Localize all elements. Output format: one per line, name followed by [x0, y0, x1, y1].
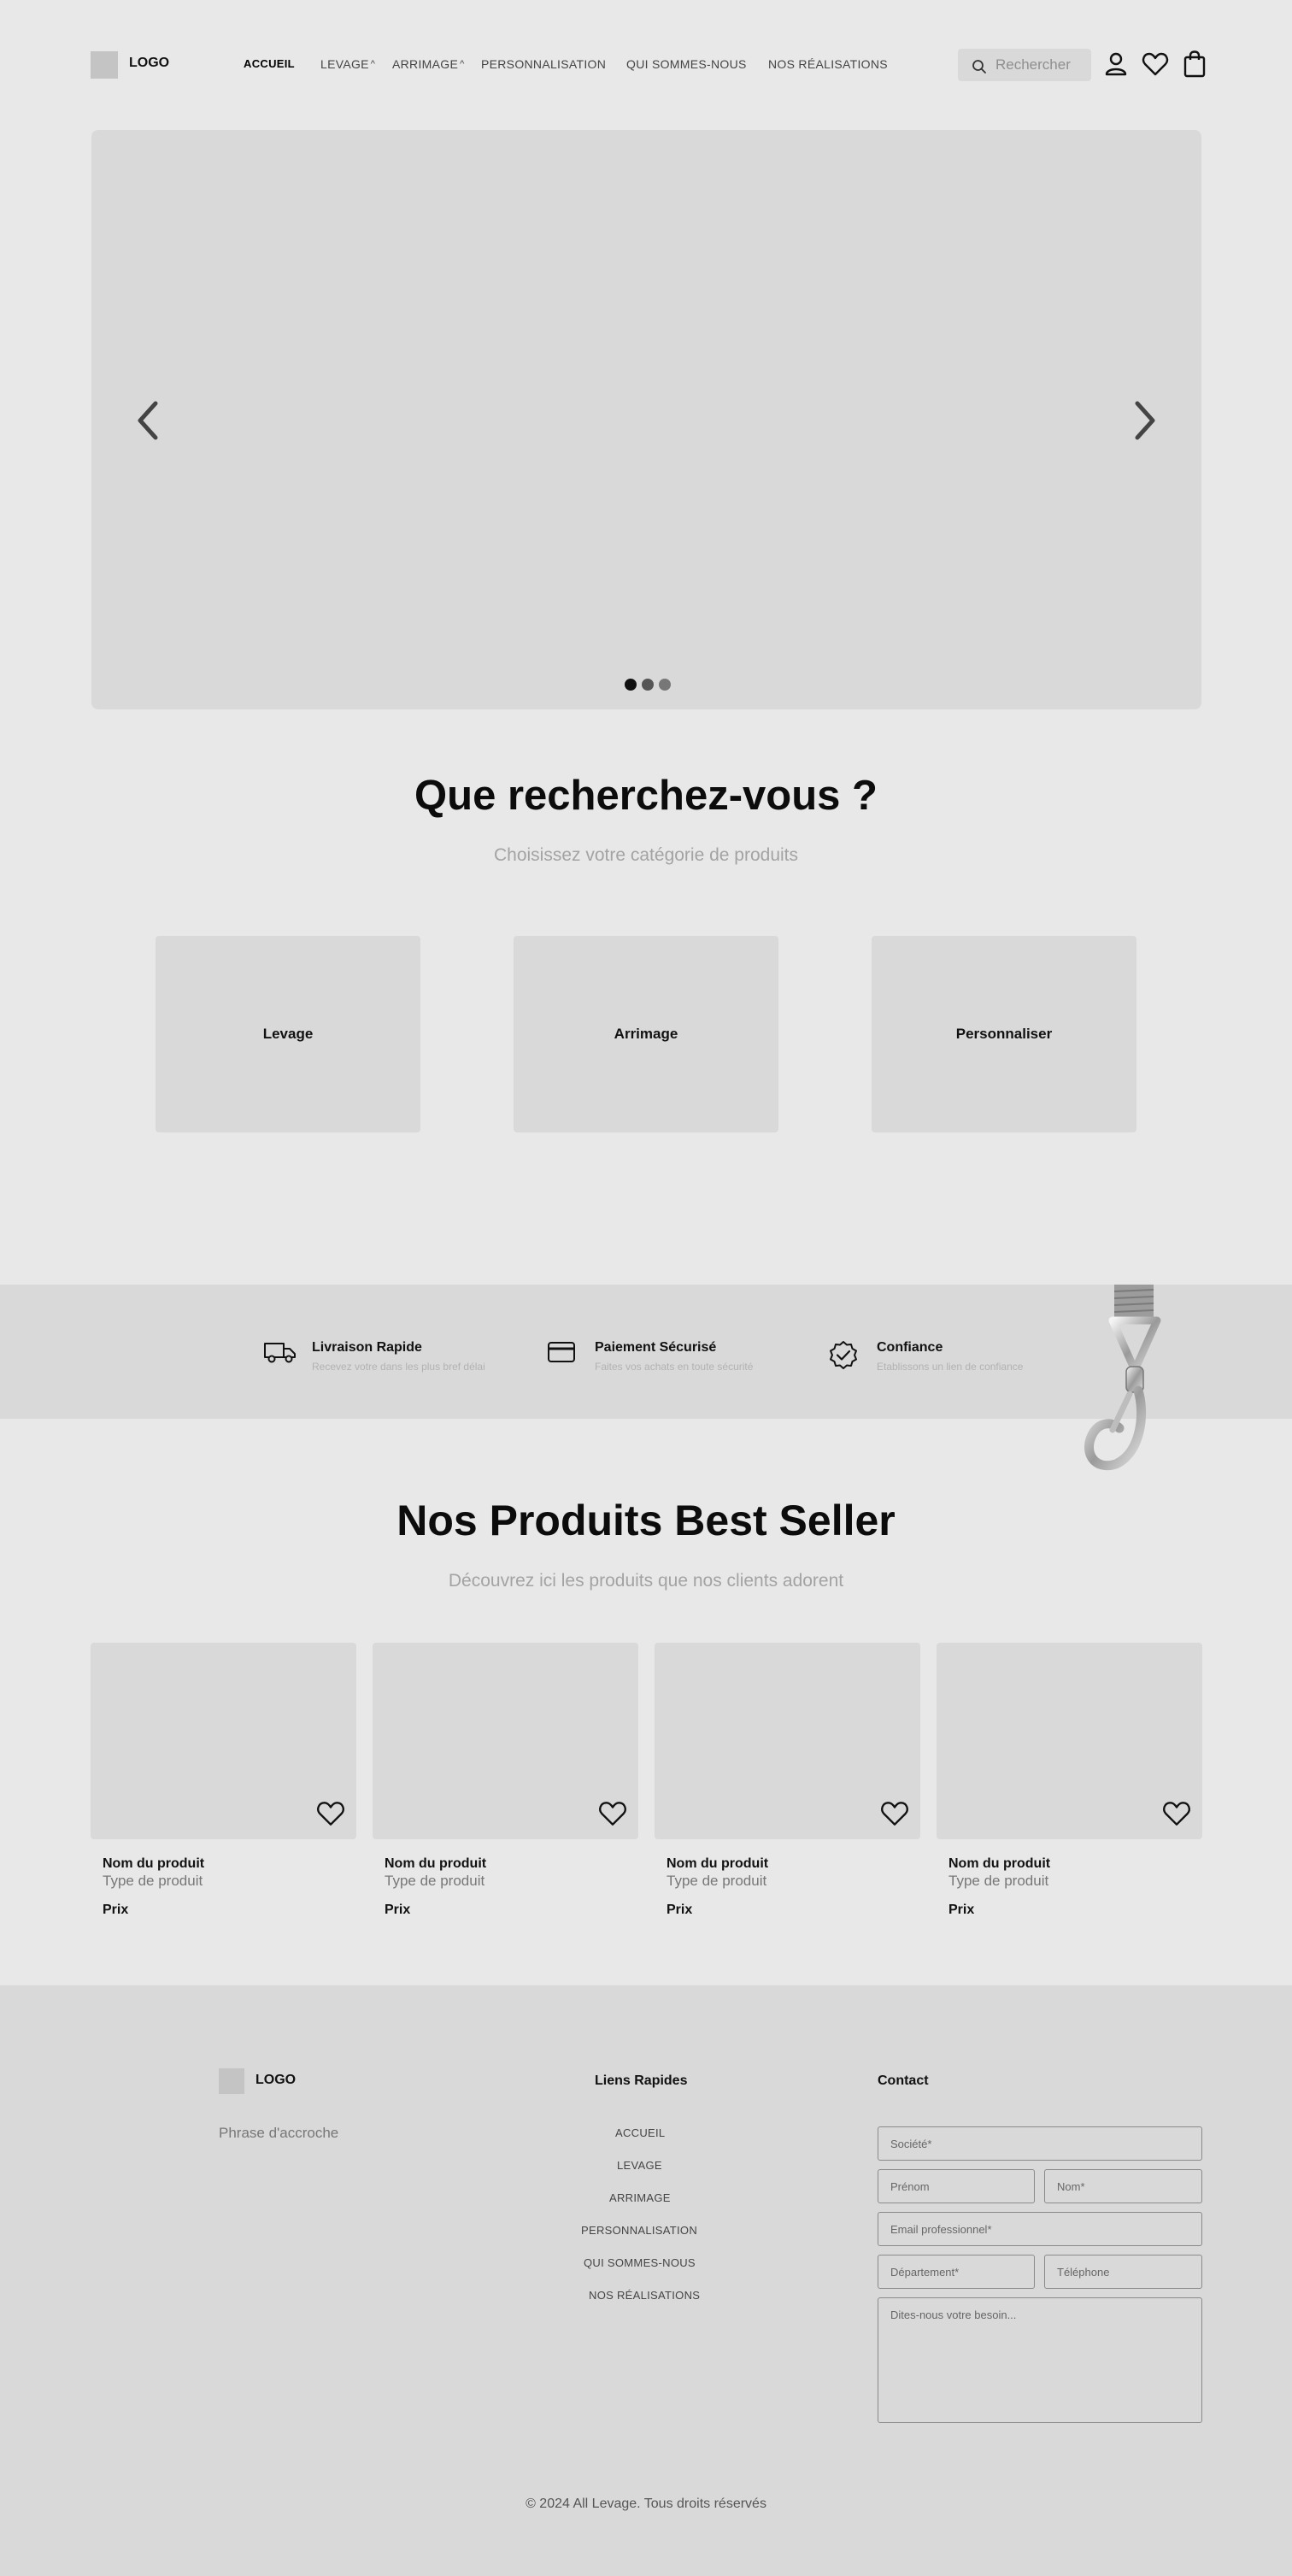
category-label: Personnaliser [955, 1026, 1053, 1042]
hero-carousel [91, 130, 1201, 709]
nav-label: LEVAGE [320, 57, 369, 71]
heart-icon[interactable] [597, 1798, 628, 1829]
footer-link-arrimage[interactable]: ARRIMAGE [609, 2191, 671, 2204]
user-icon[interactable] [1101, 50, 1130, 79]
category-label: Levage [262, 1026, 314, 1042]
chevron-right-icon[interactable] [1129, 395, 1163, 446]
product-card[interactable]: Nom du produit Type de produit Prix [373, 1643, 638, 1917]
heart-icon[interactable] [879, 1798, 910, 1829]
nav-item-levage[interactable]: LEVAGE ^ [320, 57, 375, 71]
product-price: Prix [667, 1903, 693, 1917]
product-name[interactable]: Nom du produit [385, 1856, 486, 1872]
bestsellers-title: Nos Produits Best Seller [396, 1497, 896, 1544]
company-field[interactable] [878, 2126, 1202, 2161]
product-image[interactable] [655, 1643, 920, 1839]
carousel-dot[interactable] [659, 679, 671, 691]
chevron-left-icon[interactable] [130, 395, 164, 446]
footer-logo-icon[interactable] [219, 2068, 244, 2094]
footer-link-accueil[interactable]: ACCUEIL [615, 2126, 665, 2139]
footer-link-personnalisation[interactable]: PERSONNALISATION [581, 2224, 697, 2237]
search-bar[interactable] [958, 49, 1091, 81]
product-card[interactable]: Nom du produit Type de produit Prix [937, 1643, 1202, 1917]
department-field[interactable] [878, 2255, 1035, 2289]
footer-logo-text[interactable]: LOGO [255, 2073, 296, 2088]
heart-icon[interactable] [1161, 1798, 1192, 1829]
product-price: Prix [385, 1903, 411, 1917]
feature-subtitle: Etablissons un lien de confiance [877, 1361, 1024, 1373]
badge-check-icon [830, 1341, 857, 1369]
heart-icon[interactable] [1141, 50, 1170, 79]
nav-item-personnalisation[interactable]: PERSONNALISATION [481, 57, 606, 71]
carousel-dots [625, 679, 671, 691]
nav-item-accueil[interactable]: ACCUEIL [244, 57, 295, 70]
carousel-dot[interactable] [642, 679, 654, 691]
feature-subtitle: Faites vos achats en toute sécurité [595, 1361, 754, 1373]
footer-contact-title: Contact [878, 2073, 929, 2088]
phone-field[interactable] [1044, 2255, 1202, 2289]
bestsellers-subtitle: Découvrez ici les produits que nos clien… [448, 1571, 844, 1591]
product-card[interactable]: Nom du produit Type de produit Prix [655, 1643, 920, 1917]
nav-label: PERSONNALISATION [481, 57, 607, 71]
message-field[interactable] [878, 2297, 1202, 2423]
nav-item-nos-realisations[interactable]: NOS RÉALISATIONS [768, 57, 888, 71]
product-card[interactable]: Nom du produit Type de produit Prix [91, 1643, 356, 1917]
category-card-levage[interactable]: Levage [156, 936, 420, 1132]
product-price: Prix [948, 1903, 975, 1917]
product-type: Type de produit [667, 1873, 767, 1889]
feature-title: Livraison Rapide [312, 1340, 422, 1355]
categories-subtitle: Choisissez votre catégorie de produits [493, 845, 798, 865]
footer-link-levage[interactable]: LEVAGE [617, 2159, 662, 2172]
product-name[interactable]: Nom du produit [667, 1856, 768, 1872]
nav-label: ACCUEIL [244, 57, 295, 70]
nav-item-arrimage[interactable]: ARRIMAGE ^ [392, 57, 465, 71]
product-image[interactable] [937, 1643, 1202, 1839]
caret-up-icon: ^ [460, 59, 465, 69]
logo-text[interactable]: LOGO [129, 56, 169, 71]
truck-icon [264, 1343, 296, 1363]
nav-label: ARRIMAGE [392, 57, 459, 71]
product-image[interactable] [373, 1643, 638, 1839]
nav-label: NOS RÉALISATIONS [768, 57, 888, 71]
shopping-bag-icon[interactable] [1180, 50, 1209, 79]
footer-tagline: Phrase d'accroche [219, 2125, 339, 2141]
footer-link-nos-realisations[interactable]: NOS RÉALISATIONS [589, 2289, 700, 2302]
first-name-field[interactable] [878, 2169, 1035, 2203]
snap-hook-image [1084, 1285, 1161, 1471]
categories-title: Que recherchez-vous ? [414, 773, 878, 819]
feature-title: Confiance [877, 1340, 943, 1355]
heart-icon[interactable] [315, 1798, 346, 1829]
product-type: Type de produit [103, 1873, 203, 1889]
product-type: Type de produit [948, 1873, 1049, 1889]
category-card-personnaliser[interactable]: Personnaliser [872, 936, 1136, 1132]
product-image[interactable] [91, 1643, 356, 1839]
product-price: Prix [103, 1903, 129, 1917]
credit-card-icon [548, 1342, 575, 1362]
nav-label: QUI SOMMES-NOUS [626, 57, 747, 71]
feature-title: Paiement Sécurisé [595, 1340, 717, 1355]
product-name[interactable]: Nom du produit [103, 1856, 204, 1872]
search-input[interactable] [995, 56, 1085, 74]
product-type: Type de produit [385, 1873, 485, 1889]
category-label: Arrimage [614, 1026, 678, 1042]
category-card-arrimage[interactable]: Arrimage [514, 936, 778, 1132]
site-footer: LOGO Phrase d'accroche Liens Rapides ACC… [0, 1985, 1292, 2576]
last-name-field[interactable] [1044, 2169, 1202, 2203]
footer-links-title: Liens Rapides [595, 2073, 688, 2088]
copyright: © 2024 All Levage. Tous droits réservés [526, 2497, 766, 2511]
logo-icon[interactable] [91, 51, 118, 79]
caret-up-icon: ^ [370, 59, 376, 69]
site-header: LOGO ACCUEIL LEVAGE ^ ARRIMAGE ^ PERSONNAL… [0, 0, 1292, 130]
carousel-dot-active[interactable] [625, 679, 637, 691]
product-name[interactable]: Nom du produit [948, 1856, 1050, 1872]
search-icon [972, 60, 986, 74]
footer-link-qui-sommes-nous[interactable]: QUI SOMMES-NOUS [584, 2256, 696, 2269]
feature-subtitle: Recevez votre dans les plus bref délai [312, 1361, 485, 1373]
nav-item-qui-sommes-nous[interactable]: QUI SOMMES-NOUS [626, 57, 747, 71]
email-field[interactable] [878, 2212, 1202, 2246]
